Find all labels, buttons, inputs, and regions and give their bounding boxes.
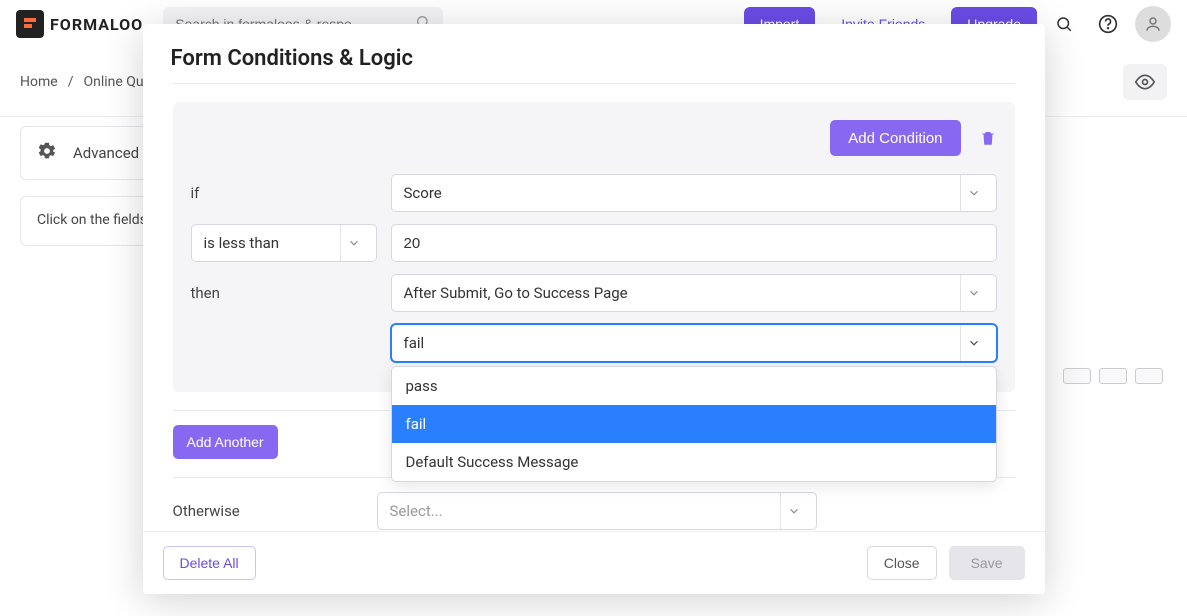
chevron-down-icon <box>780 493 808 529</box>
save-button[interactable]: Save <box>949 546 1025 580</box>
then-row: then After Submit, Go to Success Page <box>191 274 997 312</box>
operator-row: is less than <box>191 224 997 262</box>
preview-button[interactable] <box>1123 64 1167 100</box>
trash-icon <box>979 128 997 148</box>
field-select-value: Score <box>404 184 442 202</box>
action-select[interactable]: After Submit, Go to Success Page <box>391 274 997 312</box>
chevron-down-icon <box>960 325 988 361</box>
add-another-button[interactable]: Add Another <box>173 425 278 459</box>
chevron-down-icon <box>960 275 988 311</box>
operator-select-value: is less than <box>204 234 280 252</box>
breadcrumb-home[interactable]: Home <box>20 74 58 90</box>
target-select-value: fail <box>404 334 425 352</box>
help-icon-button[interactable] <box>1091 7 1125 41</box>
chevron-down-icon <box>960 175 988 211</box>
target-dropdown: passfailDefault Success Message <box>391 366 997 482</box>
dropdown-option[interactable]: pass <box>392 367 996 405</box>
dropdown-option[interactable]: fail <box>392 405 996 443</box>
if-label: if <box>191 184 377 202</box>
bg-thumb <box>1099 368 1127 384</box>
breadcrumb-separator: / <box>68 74 74 90</box>
bg-thumb <box>1135 368 1163 384</box>
chevron-down-icon <box>340 225 368 261</box>
condition-block: Add Condition if Score is less than <box>173 102 1015 392</box>
otherwise-row: Otherwise Select... <box>173 492 1015 530</box>
bg-thumb <box>1063 368 1091 384</box>
otherwise-select[interactable]: Select... <box>377 492 817 530</box>
delete-condition-button[interactable] <box>979 128 997 148</box>
dropdown-option[interactable]: Default Success Message <box>392 443 996 481</box>
logic-modal: Form Conditions & Logic Add Condition if… <box>143 24 1045 594</box>
eye-icon <box>1135 72 1155 92</box>
advanced-label: Advanced <box>73 144 139 162</box>
bg-thumbs <box>1063 368 1163 384</box>
brand-mark-icon <box>16 10 44 38</box>
brand-name: FORMALOO <box>50 15 143 34</box>
value-input[interactable] <box>391 224 997 262</box>
add-condition-button[interactable]: Add Condition <box>830 120 960 156</box>
otherwise-placeholder: Select... <box>390 502 443 520</box>
action-select-value: After Submit, Go to Success Page <box>404 284 628 302</box>
divider <box>173 83 1015 84</box>
close-button[interactable]: Close <box>867 546 937 580</box>
target-select[interactable]: fail <box>391 324 997 362</box>
gear-icon <box>37 141 57 165</box>
brand-logo[interactable]: FORMALOO <box>16 10 143 38</box>
if-row: if Score <box>191 174 997 212</box>
modal-body: Add Condition if Score is less than <box>143 83 1045 531</box>
user-avatar[interactable] <box>1135 6 1171 42</box>
breadcrumb: Home / Online Quiz <box>20 74 154 90</box>
otherwise-label: Otherwise <box>173 502 363 520</box>
delete-all-button[interactable]: Delete All <box>163 546 256 580</box>
then-label: then <box>191 284 377 302</box>
modal-title: Form Conditions & Logic <box>143 24 1045 83</box>
operator-select[interactable]: is less than <box>191 224 377 262</box>
target-row: fail <box>191 324 997 362</box>
search-icon-button[interactable] <box>1047 7 1081 41</box>
modal-footer: Delete All Close Save <box>143 531 1045 594</box>
field-select[interactable]: Score <box>391 174 997 212</box>
